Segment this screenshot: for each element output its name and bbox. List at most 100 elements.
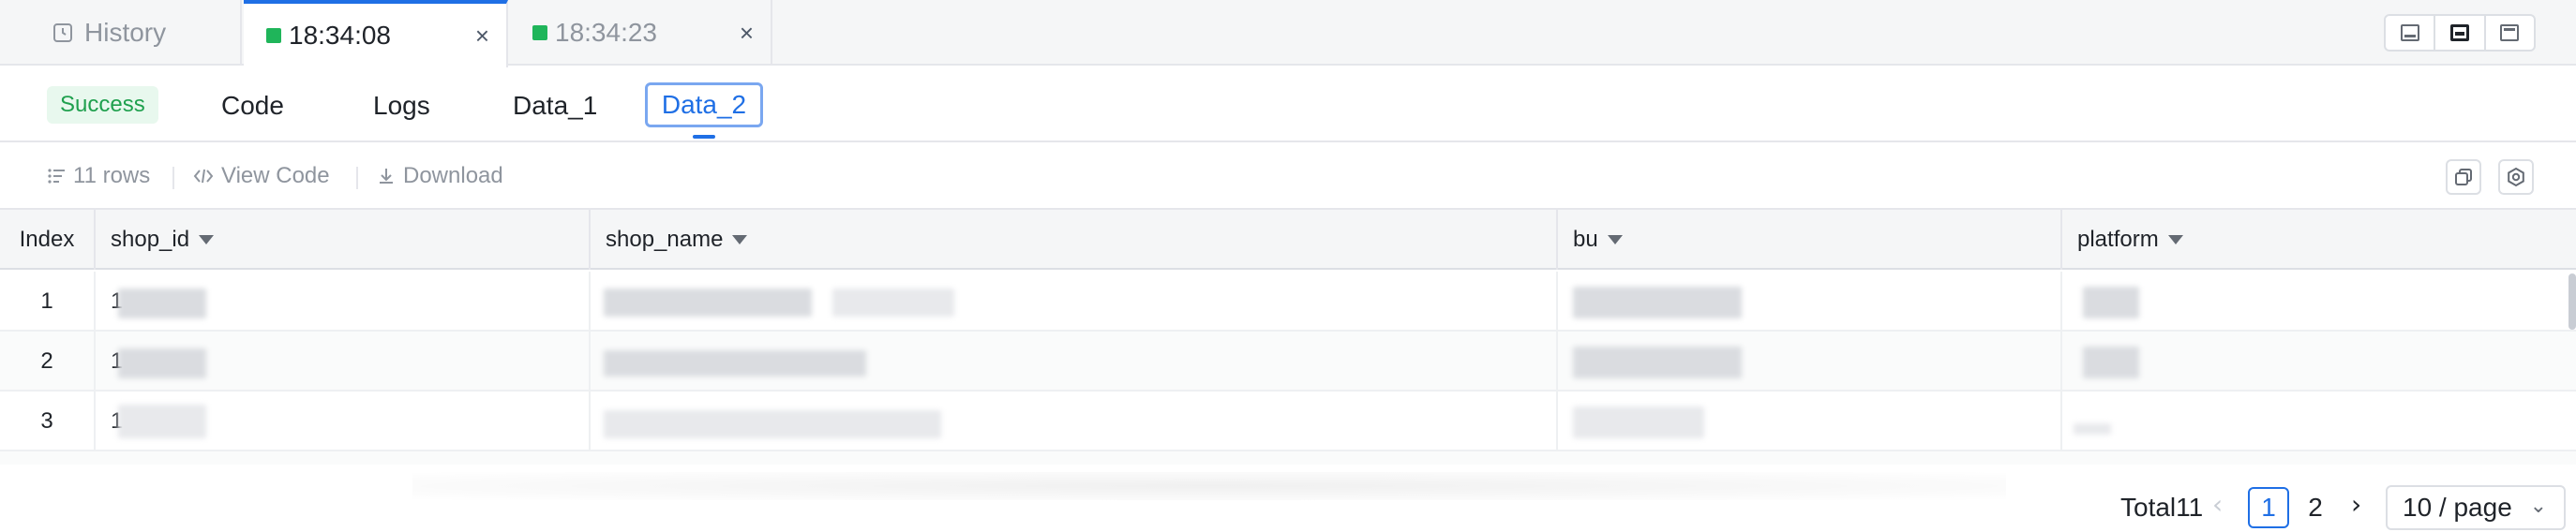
chevron-down-icon: ⌄ (2529, 495, 2547, 518)
sort-caret-icon[interactable] (199, 235, 215, 244)
code-icon (193, 169, 214, 184)
cell-bu (1558, 392, 2062, 451)
table-row[interactable]: 3 1 (0, 392, 2576, 451)
redacted-block (118, 405, 206, 438)
cell-platform (2062, 272, 2576, 332)
redacted-block (118, 288, 206, 318)
sort-caret-icon[interactable] (1607, 235, 1623, 244)
run-status-icon (266, 28, 281, 43)
download-icon (380, 169, 393, 184)
column-header-label: platform (2077, 227, 2159, 252)
redacted-block (1573, 406, 1704, 438)
redacted-block (832, 288, 954, 317)
column-header-label: Index (19, 227, 75, 252)
column-header-index: Index (0, 210, 96, 270)
tab-run-1[interactable]: 18:34:08 × (244, 0, 508, 67)
redacted-block (604, 410, 941, 438)
tab-run-2[interactable]: 18:34:23 × (510, 0, 772, 66)
history-icon (53, 23, 72, 42)
tab-history[interactable]: History (0, 0, 242, 66)
redacted-block (2074, 423, 2111, 435)
sort-caret-icon[interactable] (732, 235, 748, 244)
tab-data-2[interactable]: Data_2 (645, 82, 763, 127)
toolbar-divider (356, 167, 358, 189)
table-settings-button[interactable] (2498, 159, 2534, 195)
tab-run-2-label: 18:34:23 (555, 18, 657, 47)
panel-maximize-button[interactable] (2486, 16, 2534, 50)
redacted-block (118, 348, 206, 378)
tab-code[interactable]: Code (221, 86, 284, 126)
cell-index: 1 (0, 272, 96, 332)
data-toolbar: 11 rows View Code Download (0, 144, 2576, 210)
cell-index: 2 (0, 332, 96, 392)
cell-platform (2062, 332, 2576, 392)
table-header: Index shop_id shop_name bu platform (0, 210, 2576, 270)
copy-button[interactable] (2446, 159, 2481, 195)
tab-run-1-label: 18:34:08 (289, 21, 391, 50)
page-2-button[interactable]: 2 (2295, 487, 2336, 528)
panel-minimize-button[interactable] (2386, 16, 2436, 50)
footer-shadow (412, 472, 2006, 500)
column-header-label: bu (1573, 227, 1598, 252)
total-count: Total11 (2120, 493, 2204, 522)
page-size-select[interactable]: 10 / page ⌄ (2386, 485, 2566, 530)
table-row[interactable] (0, 451, 2576, 465)
redacted-block (2083, 287, 2139, 318)
cell-platform (2062, 392, 2576, 451)
status-badge: Success (47, 86, 158, 124)
copy-icon (2455, 169, 2472, 185)
download-button[interactable]: Download (377, 163, 503, 189)
page-size-value: 10 / page (2403, 493, 2512, 522)
column-header-bu[interactable]: bu (1558, 210, 2062, 270)
result-tabs: Success Code Logs Data_1 Data_2 (0, 67, 2576, 142)
pagination-bar: Total11 ‹ 1 2 › 10 / page ⌄ (0, 465, 2576, 532)
cell-shop-name (591, 392, 1558, 451)
redacted-block (1573, 347, 1742, 378)
cell-shop-name (591, 332, 1558, 392)
redacted-block (1573, 287, 1742, 318)
chevron-right-icon[interactable]: › (2351, 489, 2361, 520)
redacted-block (604, 350, 866, 377)
chevron-left-icon[interactable]: ‹ (2212, 489, 2223, 520)
panel-layout-toggle (2384, 14, 2536, 52)
gear-icon (2508, 167, 2524, 187)
column-header-label: shop_name (606, 227, 724, 252)
redacted-block (2083, 347, 2139, 378)
column-header-shop-name[interactable]: shop_name (591, 210, 1558, 270)
view-code-button[interactable]: View Code (193, 163, 330, 189)
row-count: 11 rows (47, 163, 150, 189)
table-row[interactable]: 2 1 (0, 332, 2576, 392)
download-label: Download (403, 163, 503, 188)
redacted-block (604, 288, 812, 317)
list-icon (48, 169, 65, 184)
cell-shop-id: 1 (96, 272, 591, 332)
toolbar-divider (172, 167, 174, 189)
tab-logs[interactable]: Logs (373, 86, 430, 126)
run-status-icon (532, 25, 547, 40)
data-table: Index shop_id shop_name bu platform 1 1 (0, 210, 2576, 465)
tab-history-label: History (84, 18, 167, 47)
panel-split-button[interactable] (2435, 16, 2486, 50)
cell-shop-id: 1 (96, 332, 591, 392)
view-code-label: View Code (221, 163, 330, 188)
cell-bu (1558, 332, 2062, 392)
close-icon[interactable]: × (740, 19, 754, 48)
active-tab-indicator (693, 135, 715, 139)
sort-caret-icon[interactable] (2167, 235, 2183, 244)
column-header-platform[interactable]: platform (2062, 210, 2576, 270)
column-header-label: shop_id (111, 227, 190, 252)
query-tab-bar: History 18:34:08 × 18:34:23 × (0, 0, 2576, 67)
panel-maximize-icon (2500, 24, 2520, 41)
panel-split-icon (2449, 24, 2469, 41)
close-icon[interactable]: × (475, 22, 489, 51)
row-count-label: 11 rows (73, 163, 151, 188)
table-scrollbar[interactable] (2569, 273, 2576, 330)
cell-index: 3 (0, 392, 96, 451)
cell-bu (1558, 272, 2062, 332)
cell-shop-name (591, 272, 1558, 332)
table-row[interactable]: 1 1 (0, 272, 2576, 332)
tab-data-1[interactable]: Data_1 (513, 86, 597, 126)
page-1-button[interactable]: 1 (2248, 487, 2289, 528)
cell-shop-id: 1 (96, 392, 591, 451)
column-header-shop-id[interactable]: shop_id (96, 210, 591, 270)
